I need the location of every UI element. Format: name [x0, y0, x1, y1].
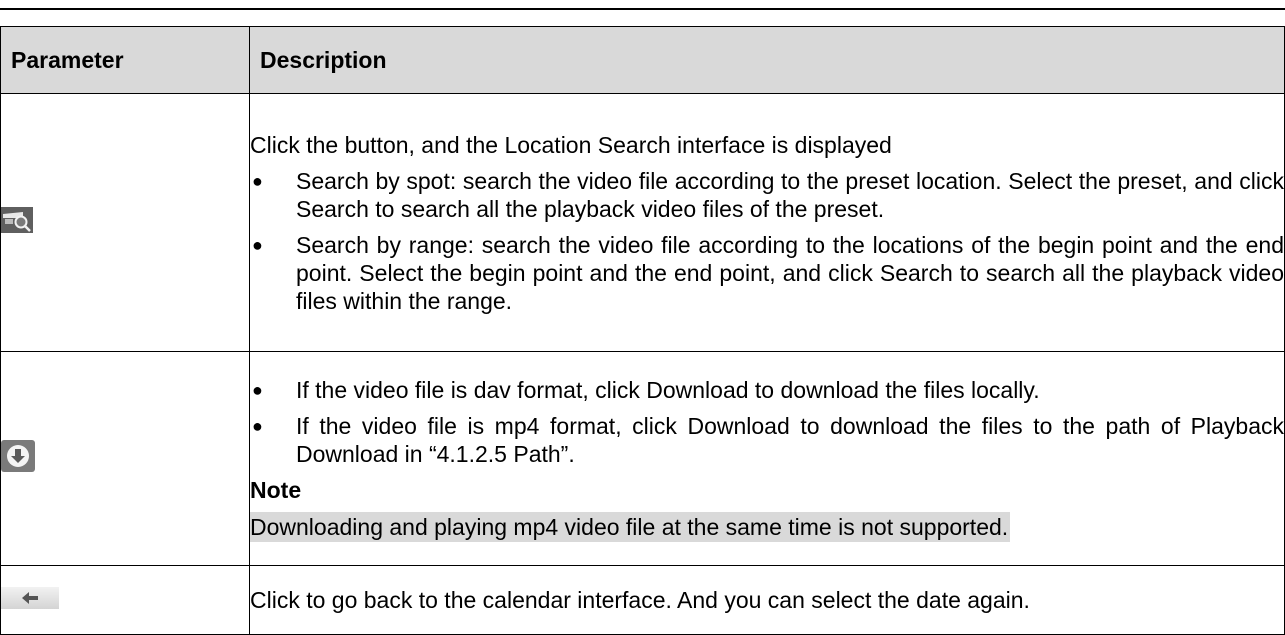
list-item: ● If the video file is dav format, click… [250, 376, 1284, 404]
header-row: Parameter Description [0, 26, 1285, 94]
bullet-text: If the video file is dav format, click D… [296, 376, 1040, 403]
bullet-dot: ● [252, 234, 263, 255]
header-parameter: Parameter [0, 26, 250, 94]
search-intro: Click the button, and the Location Searc… [250, 131, 892, 158]
list-item: ● If the video file is mp4 format, click… [250, 412, 1284, 468]
note-label: Note [250, 476, 302, 503]
bullet-text: If the video file is mp4 format, click D… [296, 412, 1284, 467]
back-description: Click to go back to the calendar interfa… [250, 587, 1030, 613]
top-rule [0, 8, 1285, 10]
bullet-dot: ● [252, 170, 263, 191]
desc-cell-download: ● If the video file is dav format, click… [249, 351, 1285, 566]
param-cell-back [0, 565, 250, 635]
download-icon [1, 440, 35, 477]
header-description: Description [249, 26, 1285, 94]
location-search-icon [1, 207, 33, 238]
desc-cell-search: Click the button, and the Location Searc… [249, 93, 1285, 352]
table-row-location-search: Click the button, and the Location Searc… [0, 93, 1285, 352]
bullet-dot: ● [252, 379, 263, 400]
param-cell-search [0, 93, 250, 352]
list-item: ● Search by range: search the video file… [250, 231, 1284, 315]
table-row-download: ● If the video file is dav format, click… [0, 351, 1285, 566]
table-row-back: Click to go back to the calendar interfa… [0, 565, 1285, 635]
back-arrow-icon [1, 586, 59, 614]
bullet-text: Search by spot: search the video file ac… [296, 167, 1284, 222]
note-text: Downloading and playing mp4 video file a… [250, 511, 1011, 542]
param-cell-download [0, 351, 250, 566]
bullet-text: Search by range: search the video file a… [296, 231, 1284, 314]
list-item: ● Search by spot: search the video file … [250, 167, 1284, 223]
bullet-dot: ● [252, 415, 263, 436]
parameter-table: Parameter Description Click the button, … [0, 26, 1285, 635]
desc-cell-back: Click to go back to the calendar interfa… [249, 565, 1285, 635]
